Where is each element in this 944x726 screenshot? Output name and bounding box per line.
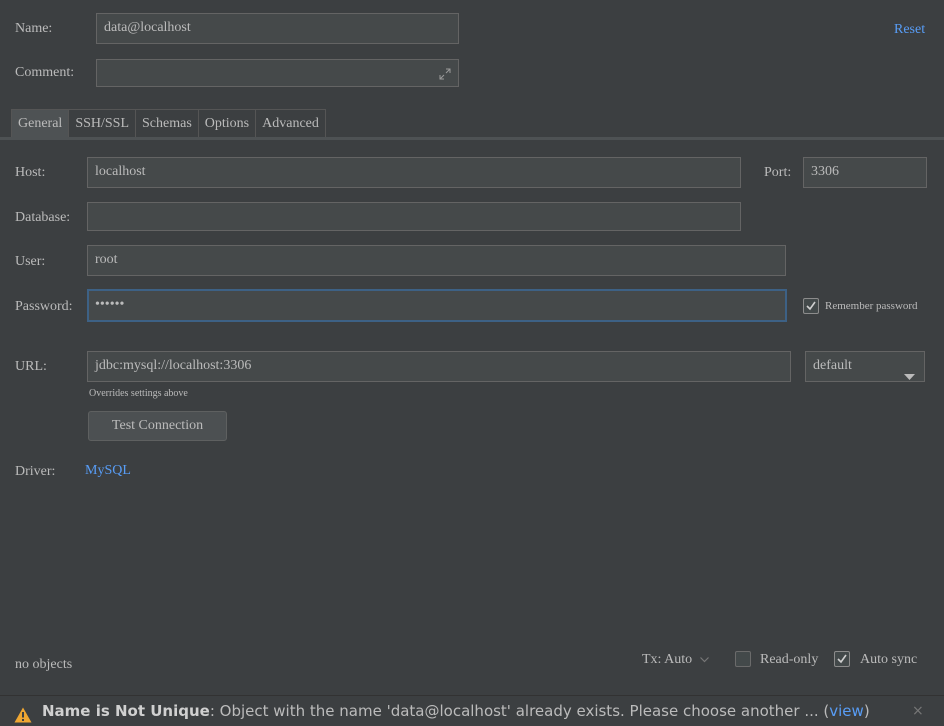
objects-status: no objects: [15, 657, 73, 672]
chevron-down-icon: [699, 652, 709, 667]
comment-field[interactable]: [96, 59, 459, 87]
password-field[interactable]: ••••••: [87, 289, 787, 322]
readonly-label[interactable]: Read-only: [760, 651, 818, 669]
expand-icon[interactable]: [438, 64, 452, 80]
host-label: Host:: [15, 165, 46, 180]
notification-message: : Object with the name 'data@localhost' …: [209, 702, 830, 720]
comment-label: Comment:: [15, 65, 75, 80]
tab-divider: [0, 137, 944, 140]
url-mode-select[interactable]: default: [805, 351, 925, 382]
url-hint: Overrides settings above: [89, 388, 188, 399]
reset-link[interactable]: Reset: [894, 21, 925, 39]
password-label: Password:: [15, 299, 73, 314]
notification-bar: Name is Not Unique: Object with the name…: [0, 695, 944, 726]
chevron-down-icon: [904, 364, 915, 381]
warning-icon: [14, 703, 32, 726]
close-icon[interactable]: ×: [912, 696, 924, 726]
user-field[interactable]: root: [87, 245, 786, 276]
database-field[interactable]: [87, 202, 741, 231]
database-label: Database:: [15, 210, 71, 225]
url-field[interactable]: jdbc:mysql://localhost:3306: [87, 351, 791, 382]
tab-schemas[interactable]: Schemas: [135, 109, 199, 138]
test-connection-button[interactable]: Test Connection: [88, 411, 227, 441]
test-connection-label: Test Connection: [111, 418, 204, 433]
tab-general[interactable]: General: [11, 109, 70, 138]
tx-mode-dropdown[interactable]: Tx: Auto: [642, 651, 709, 669]
name-label: Name:: [15, 21, 53, 36]
tab-bar: General SSH/SSL Schemas Options Advanced: [11, 109, 326, 138]
host-field[interactable]: localhost: [87, 157, 741, 188]
tab-ssh-ssl[interactable]: SSH/SSL: [68, 109, 137, 138]
name-field[interactable]: data@localhost: [96, 13, 459, 44]
readonly-checkbox[interactable]: [735, 651, 751, 667]
tab-advanced[interactable]: Advanced: [255, 109, 326, 138]
notification-view-link[interactable]: view: [829, 702, 864, 720]
driver-label: Driver:: [15, 464, 56, 479]
autosync-label[interactable]: Auto sync: [860, 651, 917, 669]
tx-mode-label: Tx: Auto: [642, 652, 693, 667]
tab-options[interactable]: Options: [197, 109, 257, 138]
remember-password-checkbox[interactable]: [803, 298, 819, 314]
remember-password-label[interactable]: Remember password: [825, 299, 918, 313]
autosync-checkbox[interactable]: [834, 651, 850, 667]
url-mode-value: default: [813, 358, 852, 373]
checkmark-icon: [806, 301, 816, 311]
driver-link[interactable]: MySQL: [85, 462, 131, 480]
port-label: Port:: [764, 165, 792, 180]
checkmark-icon: [837, 654, 847, 664]
port-field[interactable]: 3306: [803, 157, 927, 188]
url-label: URL:: [15, 359, 47, 374]
notification-paren: ): [863, 702, 870, 720]
user-label: User:: [15, 254, 46, 269]
notification-title: Name is Not Unique: [42, 702, 210, 720]
